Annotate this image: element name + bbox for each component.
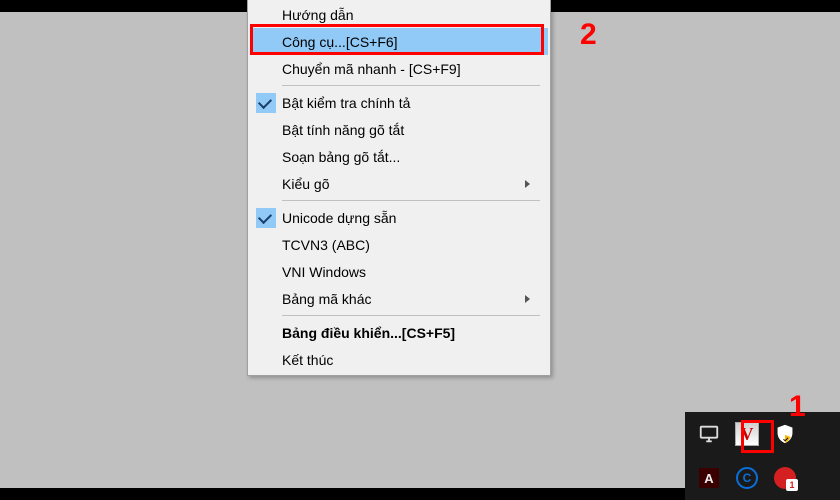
icon-slot [250, 208, 282, 228]
chevron-right-icon [525, 295, 530, 303]
check-icon [256, 208, 276, 228]
menu-item-bat-kiem-tra[interactable]: Bật kiểm tra chính tả [250, 89, 548, 116]
adobe-a-icon: A [699, 468, 719, 488]
chevron-right-icon [525, 180, 530, 188]
copyright-icon[interactable]: C [735, 466, 759, 490]
icon-slot [250, 93, 282, 113]
annotation-number-1: 1 [789, 390, 806, 424]
menu-label: Kết thúc [282, 352, 530, 368]
menu-label: Bật tính năng gõ tắt [282, 122, 530, 138]
notification-circle-icon: 1 [774, 467, 796, 489]
menu-label: Hướng dẫn [282, 7, 530, 23]
menu-label: Kiểu gõ [282, 176, 525, 192]
c-circle-icon: C [736, 467, 758, 489]
menu-item-bang-ma-khac[interactable]: Bảng mã khác [250, 285, 548, 312]
check-icon [256, 93, 276, 113]
menu-item-bat-tinh-nang[interactable]: Bật tính năng gõ tắt [250, 116, 548, 143]
tray-row: A C 1 [685, 456, 840, 500]
menu-item-cong-cu[interactable]: Công cụ...[CS+F6] [250, 28, 548, 55]
menu-item-unicode[interactable]: Unicode dựng sẵn [250, 204, 548, 231]
menu-label: Bật kiểm tra chính tả [282, 95, 530, 111]
menu-separator [282, 85, 540, 86]
red-circle-icon[interactable]: 1 [773, 466, 797, 490]
menu-item-tcvn3[interactable]: TCVN3 (ABC) [250, 231, 548, 258]
menu-separator [282, 200, 540, 201]
menu-label: Chuyển mã nhanh - [CS+F9] [282, 61, 530, 77]
notification-badge: 1 [786, 479, 798, 491]
menu-label: Soạn bảng gõ tắt... [282, 149, 530, 165]
unikey-tray-icon[interactable]: V [735, 422, 759, 446]
menu-label: Bảng mã khác [282, 291, 525, 307]
menu-separator [282, 315, 540, 316]
adobe-icon[interactable]: A [697, 466, 721, 490]
menu-label: Công cụ...[CS+F6] [282, 34, 530, 50]
monitor-icon[interactable] [697, 422, 721, 446]
menu-label: TCVN3 (ABC) [282, 237, 530, 253]
menu-label: Unicode dựng sẵn [282, 210, 530, 226]
menu-item-bang-dieu-khien[interactable]: Bảng điều khiển...[CS+F5] [250, 319, 548, 346]
menu-item-huong-dan[interactable]: Hướng dẫn [250, 1, 548, 28]
menu-item-soan-bang[interactable]: Soạn bảng gõ tắt... [250, 143, 548, 170]
menu-label: Bảng điều khiển...[CS+F5] [282, 325, 530, 341]
menu-item-vni-windows[interactable]: VNI Windows [250, 258, 548, 285]
menu-item-ket-thuc[interactable]: Kết thúc [250, 346, 548, 373]
context-menu: Hướng dẫn Công cụ...[CS+F6] Chuyển mã nh… [247, 0, 551, 376]
menu-item-chuyen-ma[interactable]: Chuyển mã nhanh - [CS+F9] [250, 55, 548, 82]
security-shield-icon[interactable] [773, 422, 797, 446]
system-tray: V A C 1 [685, 412, 840, 500]
tray-row: V [685, 412, 840, 456]
annotation-number-2: 2 [580, 18, 597, 52]
menu-item-kieu-go[interactable]: Kiểu gõ [250, 170, 548, 197]
v-icon: V [735, 422, 759, 446]
menu-label: VNI Windows [282, 264, 530, 280]
